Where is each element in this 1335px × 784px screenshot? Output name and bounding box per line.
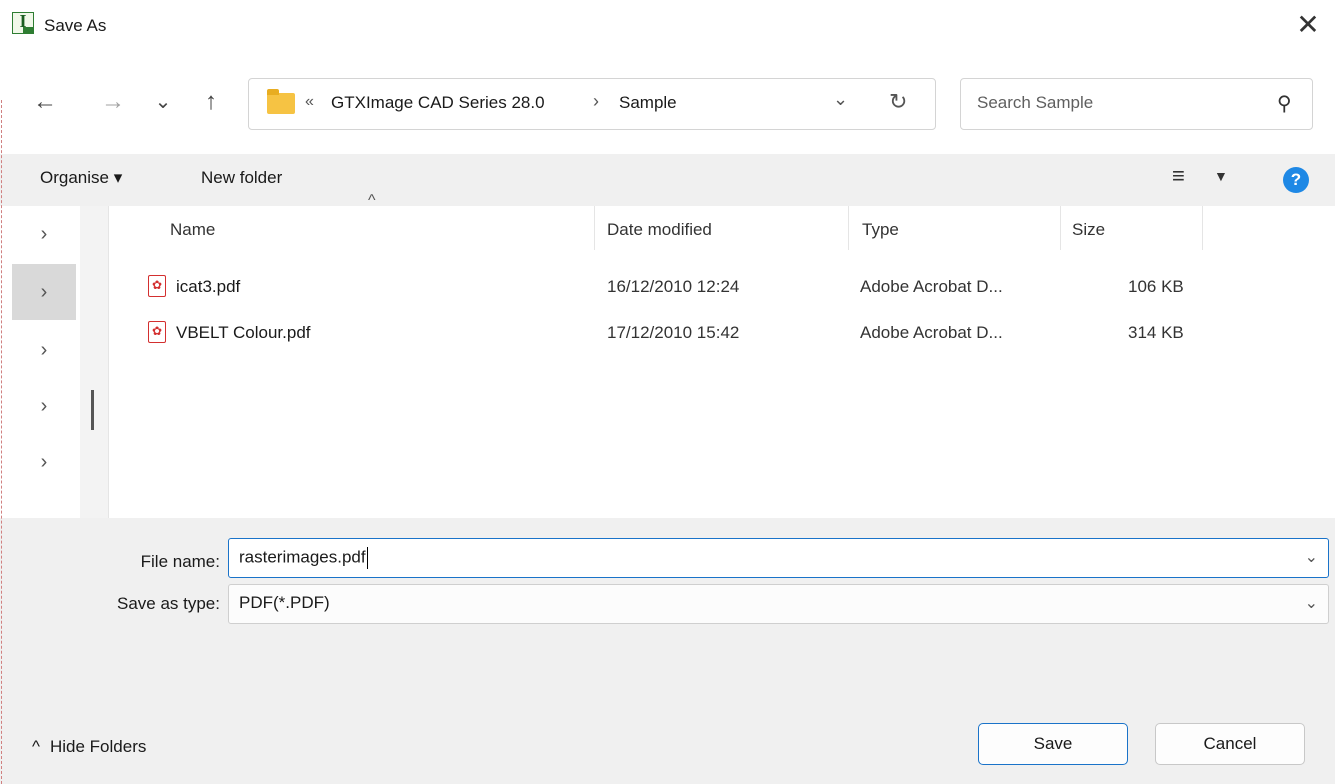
title-bar bbox=[0, 0, 1335, 56]
text-caret bbox=[366, 547, 369, 569]
help-icon[interactable]: ? bbox=[1283, 167, 1309, 193]
column-divider[interactable] bbox=[1060, 206, 1061, 250]
folder-icon bbox=[267, 89, 295, 114]
hide-folders-label: Hide Folders bbox=[49, 737, 147, 756]
chevron-down-icon[interactable]: ⌄ bbox=[1305, 593, 1318, 613]
view-options-icon[interactable]: ≡ bbox=[1172, 163, 1185, 189]
nav-pane-expander[interactable]: › bbox=[12, 378, 76, 434]
view-dropdown-icon[interactable]: ▼ bbox=[1214, 168, 1228, 184]
breadcrumb-separator-icon[interactable]: › bbox=[593, 91, 599, 112]
column-divider[interactable] bbox=[848, 206, 849, 250]
chevron-up-icon: ^ bbox=[32, 737, 40, 756]
forward-button[interactable]: → bbox=[96, 82, 130, 122]
hide-folders-button[interactable]: ^ Hide Folders bbox=[32, 737, 146, 757]
column-header-name[interactable]: Name bbox=[170, 220, 215, 240]
save-type-select[interactable]: PDF(*.PDF) ⌄ bbox=[228, 584, 1329, 624]
save-type-value: PDF(*.PDF) bbox=[239, 593, 330, 612]
save-type-label: Save as type: bbox=[116, 594, 220, 613]
sort-ascending-icon: ^ bbox=[368, 192, 376, 209]
file-date: 16/12/2010 12:24 bbox=[607, 277, 740, 296]
file-type: Adobe Acrobat D... bbox=[860, 323, 1003, 342]
column-header-date[interactable]: Date modified bbox=[607, 220, 712, 240]
file-name-value[interactable]: rasterimages.pdf bbox=[239, 547, 366, 566]
chevron-down-icon[interactable]: ⌄ bbox=[833, 89, 848, 110]
app-icon: I bbox=[12, 12, 34, 34]
cancel-button[interactable]: Cancel bbox=[1155, 723, 1305, 765]
nav-pane-expander[interactable]: › bbox=[12, 434, 76, 490]
nav-pane-expander[interactable]: › bbox=[12, 322, 76, 378]
recent-locations-button[interactable]: ⌄ bbox=[146, 82, 180, 122]
column-divider[interactable] bbox=[1202, 206, 1203, 250]
file-name[interactable]: VBELT Colour.pdf bbox=[176, 323, 311, 343]
column-header-type[interactable]: Type bbox=[862, 220, 899, 240]
chevron-down-icon[interactable]: ⌄ bbox=[1305, 547, 1318, 567]
search-input[interactable]: Search Sample bbox=[977, 93, 1093, 113]
nav-pane-expander[interactable]: › bbox=[12, 206, 76, 262]
breadcrumb-sample[interactable]: Sample bbox=[619, 93, 677, 113]
scrollbar-thumb[interactable] bbox=[91, 390, 94, 430]
refresh-icon[interactable]: ↻ bbox=[889, 89, 907, 115]
search-box[interactable]: Search Sample ⚲ bbox=[960, 78, 1313, 130]
back-button[interactable]: ← bbox=[28, 82, 62, 122]
search-icon[interactable]: ⚲ bbox=[1277, 91, 1292, 116]
column-header-size[interactable]: Size bbox=[1072, 220, 1105, 240]
breadcrumb-overflow[interactable]: « bbox=[305, 93, 314, 111]
file-name[interactable]: icat3.pdf bbox=[176, 277, 240, 297]
address-bar[interactable]: « GTXImage CAD Series 28.0 › Sample ⌄ ↻ bbox=[248, 78, 936, 130]
file-date: 17/12/2010 15:42 bbox=[607, 323, 740, 342]
pdf-file-icon: ✿ bbox=[148, 321, 166, 343]
nav-pane-expander[interactable]: › bbox=[12, 264, 76, 320]
new-folder-button[interactable]: New folder bbox=[201, 168, 282, 188]
file-name-label: File name: bbox=[140, 552, 220, 571]
organise-button[interactable]: Organise ▾ bbox=[40, 168, 122, 188]
file-type: Adobe Acrobat D... bbox=[860, 277, 1003, 296]
breadcrumb-gtximage[interactable]: GTXImage CAD Series 28.0 bbox=[331, 93, 545, 113]
file-size: 106 KB bbox=[1128, 277, 1184, 296]
window-title: Save As bbox=[44, 16, 107, 35]
save-button[interactable]: Save bbox=[978, 723, 1128, 765]
close-icon[interactable]: ✕ bbox=[1288, 6, 1328, 46]
window-edge bbox=[1, 100, 2, 784]
nav-pane-scrollbar[interactable] bbox=[80, 206, 108, 518]
pdf-file-icon: ✿ bbox=[148, 275, 166, 297]
column-divider[interactable] bbox=[594, 206, 595, 250]
pane-divider[interactable] bbox=[108, 206, 109, 518]
up-folder-button[interactable]: ↑ bbox=[194, 82, 228, 122]
file-name-field[interactable]: rasterimages.pdf ⌄ bbox=[228, 538, 1329, 578]
file-size: 314 KB bbox=[1128, 323, 1184, 342]
